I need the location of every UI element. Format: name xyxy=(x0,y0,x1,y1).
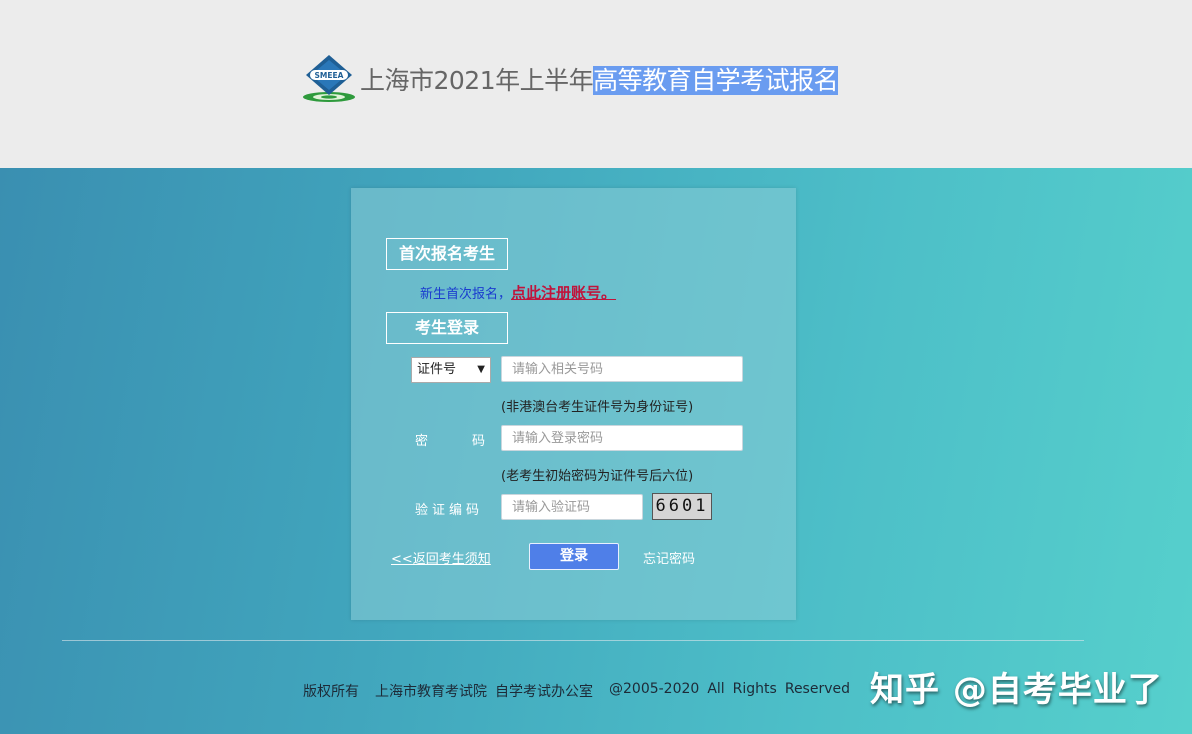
footer: 版权所有 上海市教育考试院 自学考试办公室 @2005-2020 All Rig… xyxy=(303,681,866,701)
footer-rights-2: Rights xyxy=(732,681,777,697)
logo-text: SMEEA xyxy=(315,71,344,80)
id-number-input[interactable] xyxy=(501,356,743,382)
login-panel: 首次报名考生 新生首次报名，点此注册账号。 考生登录 证件号 ▼ (非港澳台考生… xyxy=(351,188,796,620)
password-label: 密 码 xyxy=(415,430,485,449)
dropdown-arrow-icon: ▼ xyxy=(477,364,485,375)
main-area: 首次报名考生 新生首次报名，点此注册账号。 考生登录 证件号 ▼ (非港澳台考生… xyxy=(0,168,1192,734)
page-title: 上海市2021年上半年高等教育自学考试报名 xyxy=(360,64,839,98)
footer-divider xyxy=(62,640,1084,641)
title-highlighted: 高等教育自学考试报名 xyxy=(593,66,839,95)
captcha-image[interactable]: 6601 xyxy=(652,493,712,520)
footer-years: @2005-2020 xyxy=(609,681,700,697)
captcha-input[interactable] xyxy=(501,494,643,520)
first-time-heading: 首次报名考生 xyxy=(386,238,508,270)
password-hint: (老考生初始密码为证件号后六位) xyxy=(501,469,694,484)
register-prefix: 新生首次报名， xyxy=(420,287,512,302)
footer-org: 上海市教育考试院 xyxy=(375,684,487,700)
zhihu-watermark: 知乎 @自考毕业了 xyxy=(870,670,1163,710)
id-type-select[interactable]: 证件号 ▼ xyxy=(411,357,491,383)
footer-office: 自学考试办公室 xyxy=(495,684,593,700)
back-to-notice-link[interactable]: <<返回考生须知 xyxy=(391,548,491,567)
smeea-logo-icon: SMEEA xyxy=(301,54,357,104)
captcha-label: 验证编码 xyxy=(415,503,484,518)
password-label-right: 码 xyxy=(471,434,485,449)
footer-rights-3: Reserved xyxy=(784,681,851,697)
password-input[interactable] xyxy=(501,425,743,451)
title-plain: 上海市2021年上半年 xyxy=(360,66,594,95)
login-heading: 考生登录 xyxy=(386,312,508,344)
password-label-left: 密 xyxy=(415,434,429,449)
id-type-value: 证件号 xyxy=(417,362,457,377)
page-header: SMEEA 上海市2021年上半年高等教育自学考试报名 xyxy=(0,0,1192,168)
login-button[interactable]: 登录 xyxy=(529,543,619,570)
register-line: 新生首次报名，点此注册账号。 xyxy=(420,282,616,303)
register-link[interactable]: 点此注册账号。 xyxy=(511,284,616,302)
footer-rights-1: All xyxy=(707,681,725,697)
forgot-password-link[interactable]: 忘记密码 xyxy=(643,548,695,567)
id-hint: (非港澳台考生证件号为身份证号) xyxy=(501,400,694,415)
footer-copyright: 版权所有 xyxy=(303,684,359,700)
